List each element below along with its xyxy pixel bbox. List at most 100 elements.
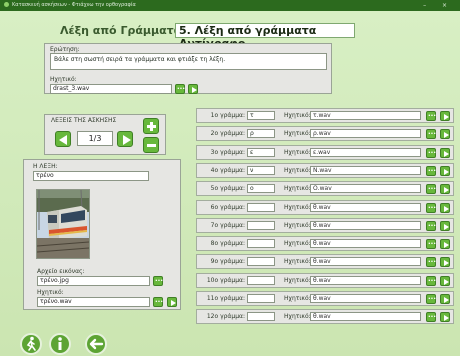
letter-sound-field[interactable]: τ.wav: [310, 111, 421, 120]
letter-sound-field[interactable]: θ.wav: [310, 257, 421, 267]
letter-field[interactable]: τ: [247, 111, 275, 120]
letter-row: 1ο γράμμα: τ Ηχητικό: τ.wav: [196, 108, 454, 123]
letter-sound-browse-button[interactable]: [426, 238, 436, 250]
letter-field[interactable]: [247, 220, 275, 230]
letter-label: 8ο γράμμα:: [210, 240, 245, 248]
letter-field[interactable]: [247, 239, 275, 249]
letter-sound-browse-button[interactable]: [426, 128, 436, 140]
editor-main: Λέξη από Γράμματα: 5. Λέξη από γράμματα …: [0, 11, 460, 356]
letter-sound-browse-button[interactable]: [426, 256, 436, 268]
letter-row: 6ο γράμμα: Ηχητικό: θ.wav: [196, 199, 454, 215]
question-sound-browse-button[interactable]: [175, 83, 185, 94]
letter-sound-play-button[interactable]: [440, 239, 450, 250]
word-sound-browse-button[interactable]: [153, 296, 163, 307]
letter-sound-play-button[interactable]: [440, 147, 450, 158]
letter-field[interactable]: [247, 257, 275, 267]
letter-row: 11ο γράμμα: Ηχητικό: θ.wav: [196, 291, 454, 306]
letter-field[interactable]: [247, 312, 275, 322]
add-word-button[interactable]: [143, 118, 159, 134]
back-button[interactable]: [85, 333, 107, 355]
question-sound-play-button[interactable]: [188, 84, 198, 94]
letter-field[interactable]: ρ: [247, 129, 275, 139]
letter-sound-field[interactable]: θ.wav: [310, 275, 421, 285]
letter-field[interactable]: ο: [247, 184, 275, 194]
letter-sound-play-button[interactable]: [440, 111, 450, 121]
letter-sound-play-button[interactable]: [440, 312, 450, 323]
back-arrow-icon: [89, 338, 104, 350]
letter-sound-field[interactable]: ε.wav: [310, 147, 421, 157]
word-sound-field[interactable]: τρένο.wav: [37, 297, 150, 307]
letter-row: 2ο γράμμα: ρ Ηχητικό: ρ.wav: [196, 126, 454, 142]
letter-sound-field[interactable]: θ.wav: [310, 239, 421, 249]
letter-label: 12ο γράμμα:: [206, 313, 245, 321]
letter-field[interactable]: [247, 202, 275, 212]
letter-sound-play-button[interactable]: [440, 294, 450, 304]
letter-sound-label: Ηχητικό:: [284, 295, 311, 302]
letter-sound-play-button[interactable]: [440, 257, 450, 268]
letter-sound-label: Ηχητικό:: [284, 221, 311, 229]
letter-field[interactable]: ν: [247, 165, 275, 175]
letter-sound-label: Ηχητικό:: [284, 276, 311, 284]
letter-sound-label: Ηχητικό:: [284, 112, 311, 119]
letter-label: 9ο γράμμα:: [210, 258, 245, 266]
letter-row: 7ο γράμμα: Ηχητικό: θ.wav: [196, 217, 454, 233]
letter-label: 6ο γράμμα:: [210, 203, 245, 211]
letter-sound-field[interactable]: θ.wav: [310, 312, 421, 322]
running-person-icon: [26, 336, 36, 351]
letter-field[interactable]: ε: [247, 147, 275, 157]
previous-word-button[interactable]: [55, 131, 71, 147]
letter-label: 1ο γράμμα:: [210, 112, 245, 119]
letter-sound-browse-button[interactable]: [426, 165, 436, 176]
letter-row: 5ο γράμμα: ο Ηχητικό: Ο.wav: [196, 181, 454, 197]
letter-sound-browse-button[interactable]: [426, 147, 436, 158]
letter-row: 4ο γράμμα: ν Ηχητικό: Ν.wav: [196, 162, 454, 178]
letter-sound-field[interactable]: Ο.wav: [310, 184, 421, 194]
letter-sound-browse-button[interactable]: [426, 220, 436, 231]
letter-sound-browse-button[interactable]: [426, 202, 436, 213]
remove-word-button[interactable]: [143, 137, 159, 153]
letter-label: 4ο γράμμα:: [210, 166, 245, 174]
letter-sound-label: Ηχητικό:: [284, 313, 311, 321]
exercise-title-field[interactable]: 5. Λέξη από γράμματα Αντίγραφο: [175, 23, 355, 50]
letter-sound-browse-button[interactable]: [426, 311, 436, 323]
letter-sound-label: Ηχητικό:: [284, 130, 311, 138]
question-sound-field[interactable]: drast_3.wav: [50, 84, 172, 94]
letter-row: 9ο γράμμα: Ηχητικό: θ.wav: [196, 254, 454, 270]
word-counter: 1/3: [77, 131, 113, 146]
word-field[interactable]: τρένο: [33, 171, 149, 181]
letter-sound-play-button[interactable]: [440, 129, 450, 140]
letter-sound-play-button[interactable]: [440, 165, 450, 176]
question-sound-label: Ηχητικό:: [50, 76, 77, 83]
letter-sound-field[interactable]: θ.wav: [310, 202, 421, 212]
letter-sound-play-button[interactable]: [440, 275, 450, 286]
letter-sound-label: Ηχητικό:: [284, 185, 311, 193]
letter-sound-play-button[interactable]: [440, 184, 450, 195]
word-image: [36, 189, 90, 259]
run-exercise-button[interactable]: [20, 333, 42, 355]
question-text-field[interactable]: Βάλε στη σωστή σειρά τα γράμματα και φτι…: [50, 53, 327, 70]
train-photo-icon: [36, 189, 90, 258]
image-file-field[interactable]: τρένο.jpg: [37, 276, 150, 286]
letter-sound-browse-button[interactable]: [426, 275, 436, 286]
image-file-label: Αρχείο εικόνας:: [37, 268, 85, 275]
letter-sound-browse-button[interactable]: [426, 183, 436, 195]
image-browse-button[interactable]: [153, 275, 163, 286]
question-panel: Ερώτηση: Βάλε στη σωστή σειρά τα γράμματ…: [44, 43, 332, 94]
letter-field[interactable]: [247, 275, 275, 285]
letter-sound-field[interactable]: θ.wav: [310, 220, 421, 230]
letter-sound-label: Ηχητικό:: [284, 203, 311, 211]
info-button[interactable]: [49, 333, 71, 355]
word-sound-play-button[interactable]: [167, 297, 177, 307]
next-word-button[interactable]: [117, 131, 133, 147]
app-icon: [4, 2, 9, 7]
letter-sound-field[interactable]: ρ.wav: [310, 129, 421, 139]
letter-sound-field[interactable]: Ν.wav: [310, 165, 421, 175]
window-controls[interactable]: – ×: [423, 0, 454, 11]
letter-sound-play-button[interactable]: [440, 220, 450, 231]
letter-sound-browse-button[interactable]: [426, 110, 436, 121]
letter-sound-field[interactable]: θ.wav: [310, 294, 421, 303]
letter-sound-play-button[interactable]: [440, 202, 450, 213]
letter-sound-browse-button[interactable]: [426, 293, 436, 304]
letter-field[interactable]: [247, 294, 275, 303]
letter-label: 2ο γράμμα:: [210, 130, 245, 138]
